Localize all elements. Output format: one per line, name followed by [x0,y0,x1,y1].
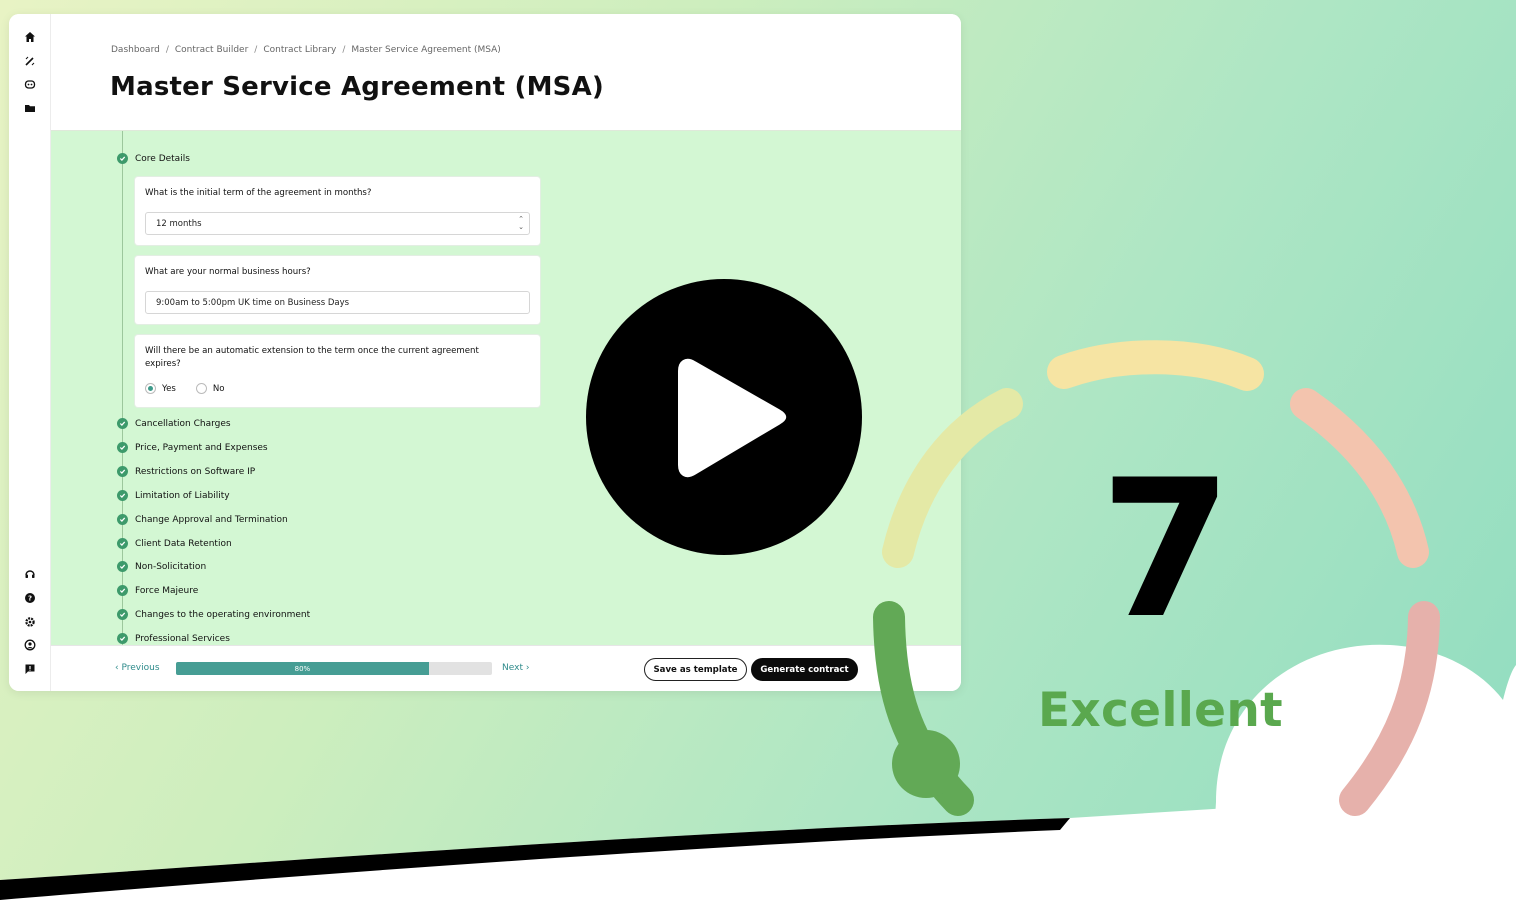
sidebar-rail: ? [9,14,51,691]
previous-button[interactable]: ‹ Previous [115,663,160,673]
business-hours-value: 9:00am to 5:00pm UK time on Business Day… [156,297,350,308]
extension-radio-group: Yes No [145,383,225,394]
radio-no[interactable] [195,383,207,394]
step-item[interactable]: Restrictions on Software IP [117,466,255,477]
question-card-extension: Will there be an automatic extension to … [135,335,540,407]
radio-yes-label: Yes [162,383,176,394]
magic-wand-icon[interactable] [22,53,38,69]
step-core-details[interactable]: Core Details [117,153,190,164]
term-number-input[interactable]: 12 months ⌃ ⌄ [145,212,530,235]
step-label: Restrictions on Software IP [135,466,256,477]
breadcrumb-current: Master Service Agreement (MSA) [351,45,501,55]
folder-icon[interactable] [22,100,38,116]
step-label: Core Details [135,153,190,164]
progress-bar: 80% [176,662,492,675]
next-button[interactable]: Next › [502,663,529,673]
home-icon[interactable] [22,29,38,45]
step-label: Professional Services [135,633,230,644]
check-circle-icon [117,418,128,429]
step-item[interactable]: Professional Services [117,633,230,644]
previous-label: Previous [121,663,160,673]
settings-icon[interactable] [22,614,38,630]
step-label: Non-Solicitation [135,561,207,572]
step-label: Changes to the operating environment [135,609,311,620]
save-template-button[interactable]: Save as template [644,658,747,681]
gauge-segment [882,388,1023,568]
radio-no-label: No [212,383,225,394]
progress-fill: 80% [176,662,429,675]
step-label: Client Data Retention [135,538,232,549]
breadcrumb: Dashboard / Contract Builder / Contract … [111,45,501,55]
stepper-icon[interactable]: ⌃ ⌄ [518,215,524,231]
step-item[interactable]: Changes to the operating environment [117,609,310,620]
video-play-button[interactable] [586,279,862,555]
breadcrumb-separator: / [165,45,169,55]
question-card-hours: What are your normal business hours? 9:0… [135,256,540,324]
question-label: Will there be an automatic extension to … [145,346,479,369]
user-icon[interactable] [22,637,38,653]
next-label: Next [502,663,523,673]
step-label: Price, Payment and Expenses [135,442,268,453]
breadcrumb-separator: / [342,45,346,55]
page-header: Dashboard / Contract Builder / Contract … [51,14,961,131]
step-label: Cancellation Charges [135,418,231,429]
step-label: Limitation of Liability [135,490,230,501]
score-label: Excellent [1038,683,1283,738]
help-icon[interactable]: ? [22,590,38,606]
radio-yes[interactable] [145,383,156,394]
breadcrumb-contract-builder[interactable]: Contract Builder [175,45,248,55]
step-item[interactable]: Client Data Retention [117,538,232,549]
breadcrumb-dashboard[interactable]: Dashboard [111,45,160,55]
check-circle-icon [117,561,128,572]
headset-icon[interactable] [22,566,38,582]
step-item[interactable]: Limitation of Liability [117,490,230,501]
step-label: Force Majeure [135,585,199,596]
term-value: 12 months [156,218,202,229]
check-circle-icon [117,466,128,477]
generate-contract-button[interactable]: Generate contract [751,658,858,681]
question-label: What is the initial term of the agreemen… [145,188,372,198]
gauge-segment [1290,388,1429,568]
progress-label: 80% [294,664,311,673]
check-circle-icon [117,538,128,549]
check-circle-icon [117,633,128,644]
step-label: Change Approval and Termination [135,514,288,525]
step-item[interactable]: Non-Solicitation [117,561,206,572]
step-item[interactable]: Price, Payment and Expenses [117,442,268,453]
gauge-knob [892,730,960,798]
feedback-icon[interactable] [22,661,38,677]
breadcrumb-contract-library[interactable]: Contract Library [263,45,336,55]
check-circle-icon [117,442,128,453]
play-icon [678,358,787,478]
gauge-segment [1339,601,1440,816]
question-label: What are your normal business hours? [145,267,311,277]
step-item[interactable]: Force Majeure [117,585,198,596]
business-hours-input[interactable]: 9:00am to 5:00pm UK time on Business Day… [145,291,530,314]
breadcrumb-separator: / [254,45,258,55]
svg-text:?: ? [28,595,32,603]
check-circle-icon [117,585,128,596]
robot-icon[interactable] [22,76,38,92]
check-circle-icon [117,514,128,525]
check-circle-icon [117,153,128,164]
step-item[interactable]: Cancellation Charges [117,418,231,429]
score-value: 7 [1100,439,1233,660]
wizard-footer: ‹ Previous 80% Next › Save as template G… [51,645,961,691]
step-item[interactable]: Change Approval and Termination [117,514,288,525]
check-circle-icon [117,609,128,620]
page-title: Master Service Agreement (MSA) [110,72,604,102]
chevron-right-icon: › [522,663,530,673]
question-card-term: What is the initial term of the agreemen… [135,177,540,245]
gauge-segment [1047,340,1264,391]
check-circle-icon [117,490,128,501]
